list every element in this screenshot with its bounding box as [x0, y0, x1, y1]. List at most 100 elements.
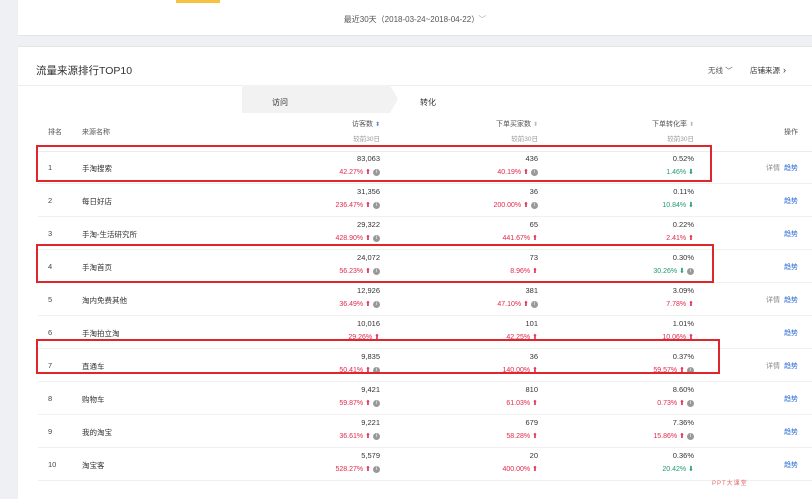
row-orders: 436: [525, 154, 538, 163]
arrow-up-icon: ⬆: [365, 400, 371, 407]
row-orders: 679: [525, 418, 538, 427]
arrow-up-icon: ⬆: [532, 334, 538, 341]
row-visitors: 29,322: [357, 220, 380, 229]
trend-link[interactable]: 趋势: [784, 198, 798, 205]
info-icon[interactable]: i: [373, 169, 380, 176]
col-conv-rate[interactable]: 下单转化率 ⬍ 较前30日: [614, 119, 694, 143]
row-conv-rate-pct: 59.57%: [653, 367, 678, 374]
row-orders-pct: 61.03%: [506, 400, 531, 407]
arrow-up-icon: ⬆: [532, 433, 538, 440]
row-visitors-pct: 56.23%: [339, 268, 364, 275]
row-conv-rate: 1.01%: [672, 319, 694, 328]
trend-link[interactable]: 趋势: [784, 462, 798, 469]
shop-source-label: 店铺来源: [750, 66, 780, 75]
chevron-down-icon: ﹀: [725, 66, 733, 75]
arrow-up-icon: ⬆: [365, 433, 371, 440]
arrow-up-icon: ⬆: [532, 400, 538, 407]
info-icon[interactable]: i: [687, 367, 694, 374]
arrow-down-icon: ⬇: [688, 466, 694, 473]
info-icon[interactable]: i: [373, 466, 380, 473]
row-orders-change: 441.67% ⬆: [428, 234, 538, 242]
col-visitors[interactable]: 访客数 ⬍ 较前30日: [300, 119, 380, 143]
row-visitors-change: 428.90% ⬆ i: [270, 234, 380, 242]
shop-source-link[interactable]: 店铺来源 ›: [750, 65, 786, 76]
column-group-row: 访问 转化: [38, 85, 812, 113]
arrow-up-icon: ⬆: [365, 202, 371, 209]
row-source-name: 每日好店: [82, 197, 112, 206]
detail-link[interactable]: 详情: [766, 363, 780, 370]
row-visitors-change: 59.87% ⬆ i: [270, 399, 380, 407]
trend-link[interactable]: 趋势: [784, 330, 798, 337]
row-visitors-pct: 428.90%: [335, 235, 364, 242]
row-visitors: 10,016: [357, 319, 380, 328]
row-visitors-pct: 59.87%: [339, 400, 364, 407]
info-icon[interactable]: i: [687, 400, 694, 407]
sort-icon[interactable]: ⬍: [533, 122, 538, 128]
chevron-down-icon: ﹀: [478, 15, 487, 24]
arrow-up-icon: ⬆: [532, 235, 538, 242]
row-orders-pct: 58.28%: [506, 433, 531, 440]
col-orders-compare: 较前30日: [511, 136, 538, 143]
row-conv-rate-change: 20.42% ⬇: [584, 465, 694, 473]
row-orders: 810: [525, 385, 538, 394]
table-row: 9 我的淘宝 9,221 36.61% ⬆ i 679 58.28% ⬆ 7.36% …: [38, 415, 812, 448]
row-source-name: 淘内免费其他: [82, 296, 127, 305]
arrow-up-icon: ⬆: [679, 367, 685, 374]
arrow-up-icon: ⬆: [679, 433, 685, 440]
row-visitors-change: 236.47% ⬆ i: [270, 201, 380, 209]
info-icon[interactable]: i: [531, 301, 538, 308]
table-row: 5 淘内免费其他 12,926 36.49% ⬆ i 381 47.10% ⬆ i 3.…: [38, 283, 812, 316]
row-rank: 2: [48, 196, 53, 205]
info-icon[interactable]: i: [373, 400, 380, 407]
arrow-up-icon: ⬆: [523, 202, 529, 209]
trend-link[interactable]: 趋势: [784, 231, 798, 238]
sort-desc-icon[interactable]: ⬍: [375, 122, 380, 128]
info-icon[interactable]: i: [373, 367, 380, 374]
row-conv-rate-change: 1.46% ⬇: [584, 168, 694, 176]
row-orders: 381: [525, 286, 538, 295]
device-selector[interactable]: 无线 ﹀: [708, 65, 733, 76]
row-orders-change: 200.00% ⬆ i: [428, 201, 538, 209]
row-source-name: 手淘拍立淘: [82, 329, 120, 338]
info-icon[interactable]: i: [531, 169, 538, 176]
info-icon[interactable]: i: [373, 433, 380, 440]
row-visitors-change: 36.61% ⬆ i: [270, 432, 380, 440]
trend-link[interactable]: 趋势: [784, 396, 798, 403]
sort-icon[interactable]: ⬍: [689, 122, 694, 128]
trend-link[interactable]: 趋势: [784, 297, 798, 304]
info-icon[interactable]: i: [373, 202, 380, 209]
row-rank: 10: [48, 460, 57, 469]
detail-link[interactable]: 详情: [766, 165, 780, 172]
info-icon[interactable]: i: [531, 202, 538, 209]
info-icon[interactable]: i: [373, 235, 380, 242]
info-icon[interactable]: i: [687, 433, 694, 440]
row-conv-rate-change: 10.06% ⬆: [584, 333, 694, 341]
row-conv-rate-pct: 10.06%: [662, 334, 687, 341]
row-orders-pct: 140.00%: [502, 367, 531, 374]
trend-link[interactable]: 趋势: [784, 264, 798, 271]
row-visitors: 9,421: [361, 385, 380, 394]
trend-link[interactable]: 趋势: [784, 165, 798, 172]
info-icon[interactable]: i: [373, 268, 380, 275]
row-orders: 36: [529, 352, 538, 361]
arrow-up-icon: ⬆: [688, 334, 694, 341]
arrow-up-icon: ⬆: [365, 169, 371, 176]
arrow-up-icon: ⬆: [523, 169, 529, 176]
row-visitors-change: 50.41% ⬆ i: [270, 366, 380, 374]
arrow-up-icon: ⬆: [365, 235, 371, 242]
trend-link[interactable]: 趋势: [784, 363, 798, 370]
row-source-name: 我的淘宝: [82, 428, 112, 437]
arrow-down-icon: ⬇: [679, 268, 685, 275]
table-row: 7 直通车 9,835 50.41% ⬆ i 36 140.00% ⬆ 0.37% 5…: [38, 349, 812, 382]
row-orders-pct: 8.96%: [510, 268, 531, 275]
row-conv-rate: 0.37%: [672, 352, 694, 361]
detail-link[interactable]: 详情: [766, 297, 780, 304]
col-orders[interactable]: 下单买家数 ⬍ 较前30日: [458, 119, 538, 143]
info-icon[interactable]: i: [373, 301, 380, 308]
trend-link[interactable]: 趋势: [784, 429, 798, 436]
info-icon[interactable]: i: [687, 268, 694, 275]
date-range-selector[interactable]: 最近30天（2018-03-24~2018-04-22） ﹀: [18, 14, 812, 25]
row-orders: 20: [529, 451, 538, 460]
row-conv-rate: 0.30%: [672, 253, 694, 262]
row-visitors-pct: 50.41%: [339, 367, 364, 374]
